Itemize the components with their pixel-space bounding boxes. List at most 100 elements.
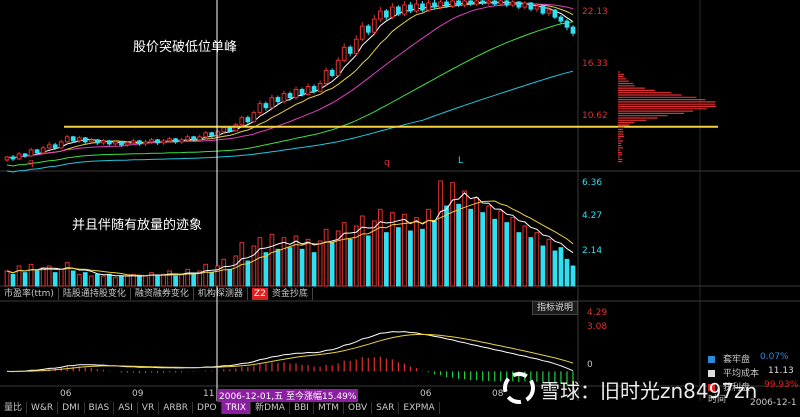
candle-body [192, 137, 196, 140]
tab-hk-connect[interactable]: 陆股通持股变化 [59, 288, 131, 300]
volume-label-low: 2.14 [582, 246, 602, 256]
volume-bar [499, 211, 503, 286]
macd-label-high: 4.29 [587, 308, 607, 318]
candle-body [71, 137, 75, 141]
candle-body [270, 98, 274, 108]
tab-new-dma[interactable]: 新DMA [251, 402, 290, 414]
candle-body [348, 47, 352, 53]
candle-body [354, 39, 358, 53]
candle-body [553, 10, 557, 17]
volume-bar [384, 233, 388, 286]
marker-q2: q [384, 158, 390, 168]
volume-bar [270, 234, 274, 286]
volume-bar [210, 273, 214, 286]
volume-bar [300, 249, 304, 286]
candle-body [421, 4, 425, 10]
tab-institution[interactable]: 机构探测器 [194, 288, 248, 300]
tab-sar[interactable]: SAR [372, 402, 399, 414]
volume-bar [17, 266, 21, 286]
tab-dpo[interactable]: DPO [193, 402, 221, 414]
tab-volume-ratio[interactable]: 量比 [0, 402, 27, 414]
candle-body [126, 143, 130, 145]
price-label-mid: 16.33 [582, 59, 608, 69]
candle-body [390, 7, 394, 17]
volume-bar [77, 274, 81, 286]
volume-bar [415, 218, 419, 286]
candle-body [234, 125, 238, 131]
candle-body [29, 150, 33, 156]
tab-arbr[interactable]: ARBR [159, 402, 193, 414]
ma-line [7, 4, 573, 158]
tab-badge: Z2 [252, 288, 268, 300]
candle-body [222, 128, 226, 132]
candle-body [89, 140, 93, 142]
volume-bar [487, 206, 491, 286]
tab-obv[interactable]: OBV [344, 402, 372, 414]
volume-bar [565, 259, 569, 286]
candle-body [11, 157, 15, 159]
indicator-help-button[interactable]: 指标说明 [532, 301, 578, 315]
candle-body [288, 94, 292, 98]
volume-bar [89, 276, 93, 286]
candle-body [228, 128, 232, 131]
volume-bar [451, 183, 455, 286]
volume-bar [11, 274, 15, 286]
tab-margin[interactable]: 融资融券变化 [131, 288, 194, 300]
candle-body [23, 154, 27, 156]
volume-bar [126, 276, 130, 286]
volume-bar [306, 239, 310, 286]
volume-bar [264, 253, 268, 286]
candle-body [571, 27, 575, 33]
volume-bar [409, 231, 413, 286]
candle-body [204, 133, 208, 137]
tab-mtm[interactable]: MTM [314, 402, 344, 414]
candle-body [529, 3, 533, 9]
volume-bar [324, 229, 328, 286]
volume-bar [505, 223, 509, 286]
candle-body [415, 4, 419, 11]
marker-q1: q [28, 158, 34, 168]
volume-annotation: 并且伴随有放量的迹象 [72, 214, 202, 233]
candle-body [403, 5, 407, 14]
tab-dmi[interactable]: DMI [58, 402, 84, 414]
tab-bias[interactable]: BIAS [85, 402, 115, 414]
candle-body [174, 139, 178, 142]
volume-bar [252, 246, 256, 286]
tab-wr[interactable]: W&R [27, 402, 58, 414]
volume-bar [258, 238, 262, 286]
volume-bar [294, 236, 298, 286]
volume-bar [348, 239, 352, 286]
volume-bar [138, 276, 142, 286]
tab-expma[interactable]: EXPMA [399, 402, 439, 414]
volume-bar [186, 269, 190, 286]
candle-body [144, 142, 148, 144]
candle-body [276, 98, 280, 102]
kline-chart[interactable] [0, 0, 800, 417]
tab-bottom-fishing[interactable]: 资金抄底 [268, 288, 313, 300]
tab-trix[interactable]: TRIX [222, 402, 252, 414]
volume-bar [553, 251, 557, 286]
candle-body [427, 3, 431, 10]
candle-body [246, 118, 250, 122]
candle-body [108, 141, 112, 144]
candle-body [210, 133, 214, 136]
candle-body [565, 21, 569, 27]
volume-bar [144, 276, 148, 286]
candle-body [120, 142, 124, 145]
tab-bbi[interactable]: BBI [290, 402, 314, 414]
volume-bar [156, 276, 160, 286]
candle-body [360, 26, 364, 39]
volume-bar [547, 239, 551, 286]
volume-bar [354, 226, 358, 286]
tab-vr[interactable]: VR [138, 402, 159, 414]
candle-body [505, 1, 509, 5]
candle-body [463, 1, 467, 5]
tab-asi[interactable]: ASI [114, 402, 138, 414]
candle-body [240, 118, 244, 125]
volume-bar [475, 198, 479, 286]
volume-bar [535, 233, 539, 286]
tab-pe-ttm[interactable]: 市盈率(ttm) [0, 288, 59, 300]
candle-body [53, 145, 57, 148]
candle-body [384, 11, 388, 17]
candle-body [17, 154, 21, 159]
